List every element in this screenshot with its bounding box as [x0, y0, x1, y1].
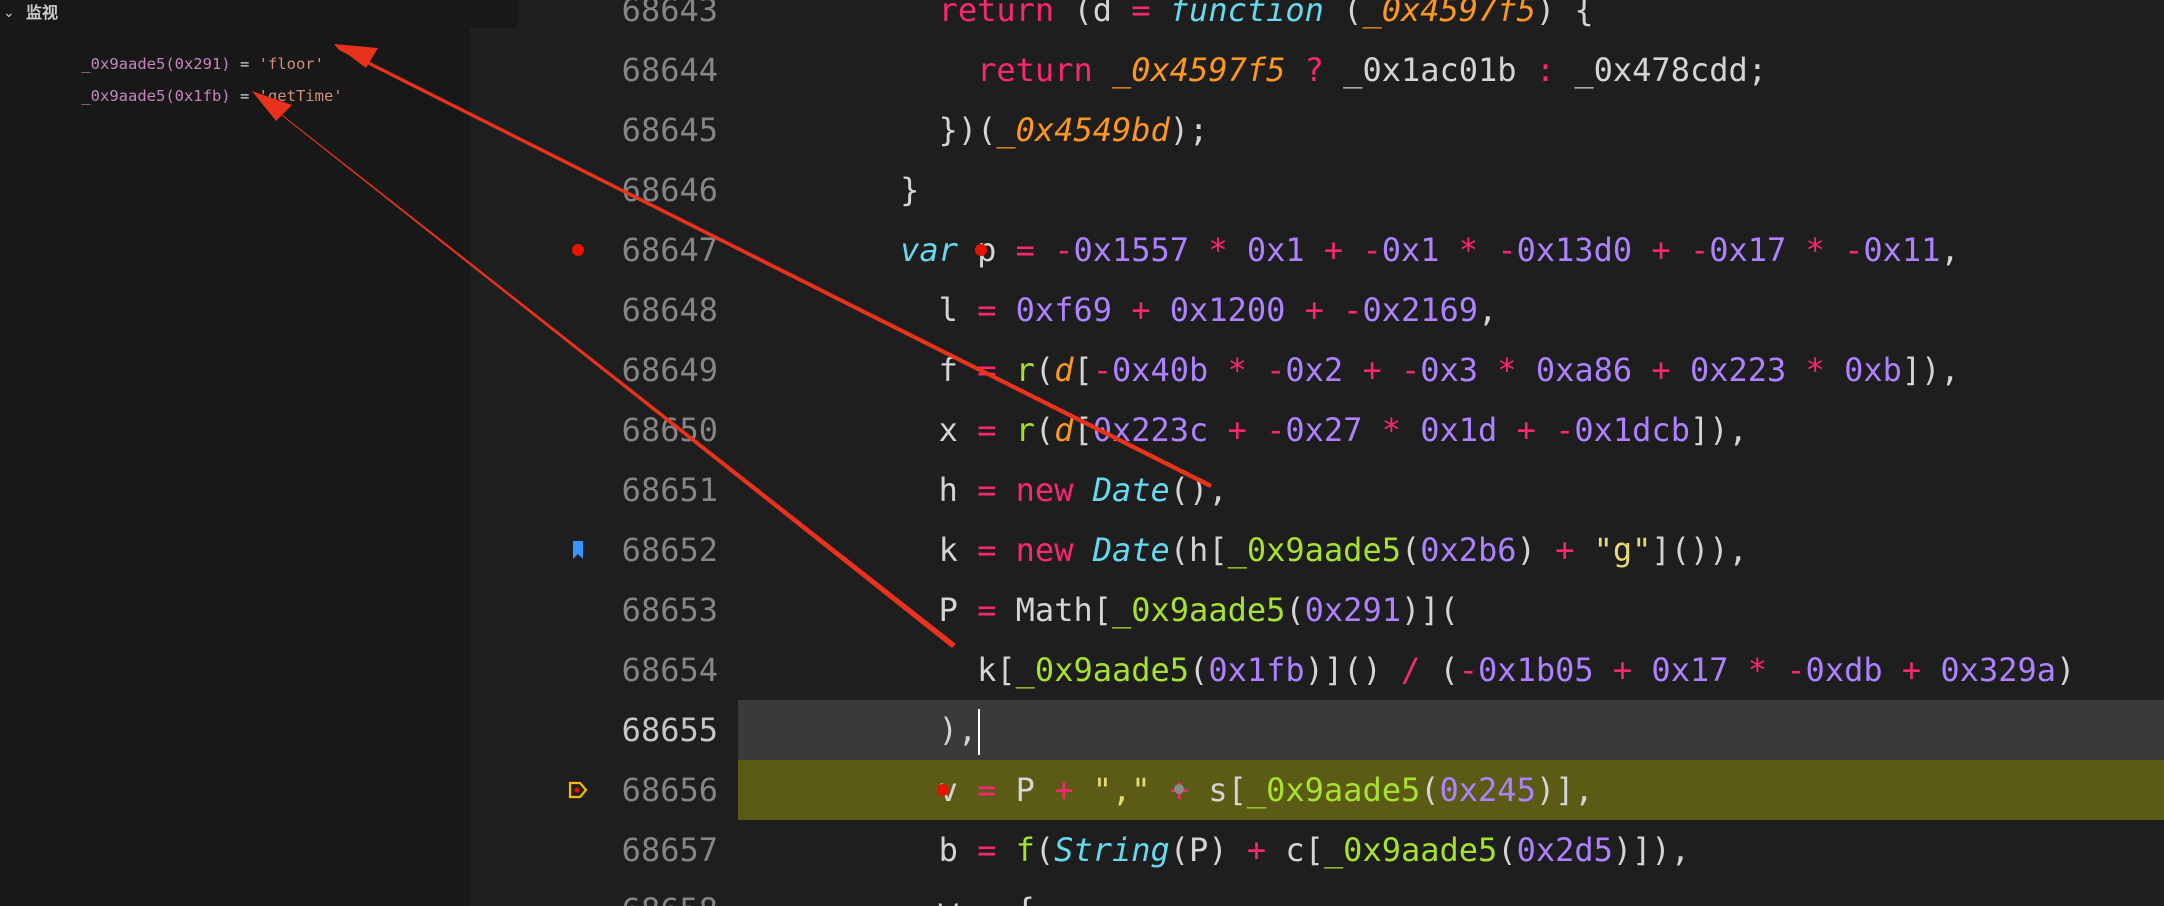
watch-panel-title: 监视: [26, 3, 59, 22]
code-text: return _0x4597f5 ? _0x1ac01b : _0x478cdd…: [977, 51, 1768, 89]
line-number: 68646: [621, 171, 718, 209]
code-line[interactable]: 68653 P = Math[_0x9aade5(0x291)](: [518, 580, 2164, 640]
watch-panel-scrollbar[interactable]: [470, 28, 518, 906]
code-line[interactable]: 68656 v = P + "," + s[_0x9aade5(0x245)],: [518, 760, 2164, 820]
code-line[interactable]: 68652 k = new Date(h[_0x9aade5(0x2b6) + …: [518, 520, 2164, 580]
code-line[interactable]: 68646 }: [518, 160, 2164, 220]
line-number: 68654: [621, 651, 718, 689]
code-text: f = r(d[-0x40b * -0x2 + -0x3 * 0xa86 + 0…: [823, 351, 1960, 389]
bookmark-icon[interactable]: [548, 520, 583, 580]
code-text: P = Math[_0x9aade5(0x291)](: [823, 591, 1459, 629]
line-number: 68650: [621, 411, 718, 449]
line-number: 68657: [621, 831, 718, 869]
code-line[interactable]: 68657 b = f(String(P) + c[_0x9aade5(0x2d…: [518, 820, 2164, 880]
code-line[interactable]: 68645 })(_0x4549bd);: [518, 100, 2164, 160]
line-number: 68643: [621, 0, 718, 29]
code-text: l = 0xf69 + 0x1200 + -0x2169,: [823, 291, 1498, 329]
watch-panel-header[interactable]: ⌄ 监视: [0, 0, 518, 26]
chevron-down-icon[interactable]: ⌄: [3, 0, 15, 26]
code-line[interactable]: 68654 k[_0x9aade5(0x1fb)]() / (-0x1b05 +…: [518, 640, 2164, 700]
watch-panel: ⌄ 监视 _0x9aade5(0x291) = 'floor' _0x9aade…: [0, 0, 518, 906]
code-line[interactable]: 68643 return (d = function (_0x4597f5) {: [518, 0, 2164, 40]
line-number: 68658: [598, 880, 718, 906]
code-line[interactable]: 68649 f = r(d[-0x40b * -0x2 + -0x3 * 0xa…: [518, 340, 2164, 400]
code-line[interactable]: 68655 ),: [518, 700, 2164, 760]
code-line[interactable]: 68644 return _0x4597f5 ? _0x1ac01b : _0x…: [518, 40, 2164, 100]
code-line[interactable]: 68658 w = {: [518, 880, 2164, 906]
debug-stackframe-icon[interactable]: [548, 760, 588, 820]
inline-breakpoint-icon[interactable]: [937, 784, 949, 796]
code-text: ),: [823, 700, 981, 760]
code-text: return (d = function (_0x4597f5) {: [938, 0, 1594, 29]
inline-breakpoint-hint-icon[interactable]: [1174, 784, 1184, 794]
line-number: 68647: [621, 231, 718, 269]
text-cursor: [978, 709, 981, 755]
code-line[interactable]: 68650 x = r(d[0x223c + -0x27 * 0x1d + -0…: [518, 400, 2164, 460]
line-number: 68653: [621, 591, 718, 629]
line-number: 68656: [621, 771, 718, 809]
code-text: var p = -0x1557 * 0x1 + -0x1 * -0x13d0 +…: [900, 231, 1960, 269]
line-number: 68649: [621, 351, 718, 389]
line-number: 68644: [621, 51, 718, 89]
code-text: h = new Date(),: [823, 471, 1228, 509]
watch-expression: _0x9aade5(0x1fb): [81, 87, 231, 105]
line-number: 68652: [621, 531, 718, 569]
code-text: k = new Date(h[_0x9aade5(0x2b6) + "g"]()…: [823, 531, 1748, 569]
line-number: 68651: [621, 471, 718, 509]
code-line[interactable]: 68647 var p = -0x1557 * 0x1 + -0x1 * -0x…: [518, 220, 2164, 280]
code-text: w = {: [823, 880, 1035, 906]
code-text: k[_0x9aade5(0x1fb)]() / (-0x1b05 + 0x17 …: [823, 651, 2076, 689]
code-text: b = f(String(P) + c[_0x9aade5(0x2d5)]),: [823, 831, 1690, 869]
line-number: 68655: [621, 711, 718, 749]
code-text: x = r(d[0x223c + -0x27 * 0x1d + -0x1dcb]…: [823, 411, 1748, 449]
code-line[interactable]: 68651 h = new Date(),: [518, 460, 2164, 520]
inline-breakpoint-icon[interactable]: [975, 244, 987, 256]
code-editor[interactable]: 68643 return (d = function (_0x4597f5) {…: [518, 0, 2164, 906]
watch-value: 'getTime': [258, 87, 343, 105]
line-number: 68645: [621, 111, 718, 149]
line-number: 68648: [621, 291, 718, 329]
code-line[interactable]: 68648 l = 0xf69 + 0x1200 + -0x2169,: [518, 280, 2164, 340]
breakpoint-icon[interactable]: [548, 220, 584, 280]
code-text: }: [823, 171, 920, 209]
watch-item[interactable]: _0x9aade5(0x1fb) = 'getTime': [44, 66, 343, 126]
watch-equals: =: [230, 87, 259, 105]
code-text: })(_0x4549bd);: [823, 111, 1209, 149]
